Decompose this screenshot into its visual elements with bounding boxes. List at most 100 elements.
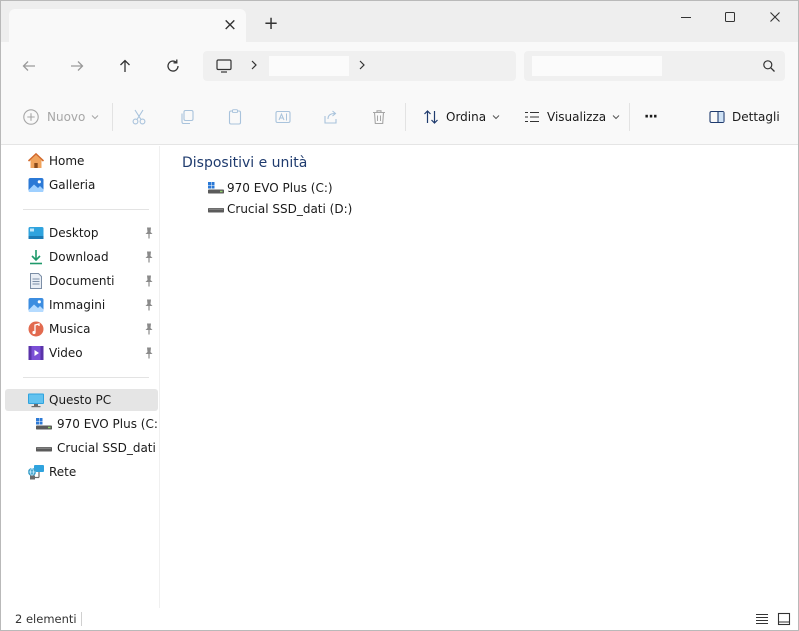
arrow-right-icon <box>71 61 84 71</box>
title-bar: × + <box>1 1 798 42</box>
pin-icon[interactable] <box>143 346 155 360</box>
sidebar-item-gallery[interactable]: Galleria <box>5 174 158 196</box>
system-drive-icon <box>35 415 53 433</box>
drive-item-c[interactable]: 970 EVO Plus (C:) <box>207 178 333 198</box>
desktop-icon <box>27 224 45 242</box>
chevron-down-icon <box>492 115 500 120</box>
sidebar-item-network[interactable]: Rete <box>5 461 158 483</box>
minimize-button[interactable] <box>666 5 706 29</box>
content-pane: Dispositivi e unità 970 EVO Plus (C:) Cr… <box>161 146 798 608</box>
arrow-left-icon <box>22 61 35 71</box>
trash-icon <box>369 107 389 127</box>
address-bar[interactable] <box>203 51 516 81</box>
status-divider <box>81 612 82 626</box>
sidebar-item-documents[interactable]: Documenti <box>5 270 158 292</box>
drive-label: 970 EVO Plus (C:) <box>227 181 333 195</box>
minimize-icon <box>681 17 691 18</box>
sidebar-label: Crucial SSD_dati (D:) <box>57 441 158 455</box>
gallery-icon <box>27 176 45 194</box>
tab-close-button[interactable]: × <box>220 15 240 35</box>
back-button[interactable] <box>17 54 41 78</box>
pin-icon[interactable] <box>143 274 155 288</box>
sidebar-item-images[interactable]: Immagini <box>5 294 158 316</box>
refresh-button[interactable] <box>161 54 185 78</box>
system-drive-icon <box>207 181 225 195</box>
cut-button[interactable] <box>129 105 149 129</box>
details-pane-icon <box>707 107 727 127</box>
rename-icon <box>273 107 293 127</box>
sidebar-divider <box>23 209 149 210</box>
arrow-up-icon <box>120 59 130 72</box>
navigation-pane: Home Galleria Desktop Download Documenti… <box>1 146 160 608</box>
view-label: Visualizza <box>547 110 607 124</box>
new-button[interactable]: Nuovo <box>21 105 99 129</box>
breadcrumb-chevron-icon <box>249 59 259 74</box>
close-icon <box>770 12 780 22</box>
pin-icon[interactable] <box>143 322 155 336</box>
maximize-button[interactable] <box>710 5 750 29</box>
rename-button[interactable] <box>273 105 293 129</box>
item-count: 2 elementi <box>15 612 77 626</box>
file-explorer-window: × + Nuovo Ordina Visualizza ··· Dettagli… <box>0 0 799 631</box>
sidebar-label: Questo PC <box>49 393 112 407</box>
large-icons-view-icon[interactable] <box>777 612 791 626</box>
navigation-bar <box>1 42 798 89</box>
refresh-icon <box>167 59 179 72</box>
sidebar-label: Rete <box>49 465 77 479</box>
sidebar-item-drive-c[interactable]: 970 EVO Plus (C:) <box>5 413 158 435</box>
sidebar-label: 970 EVO Plus (C:) <box>57 417 158 431</box>
copy-icon <box>177 107 197 127</box>
toolbar-divider <box>629 103 630 131</box>
details-pane-button[interactable]: Dettagli <box>707 105 780 129</box>
sidebar-item-download[interactable]: Download <box>5 246 158 268</box>
music-icon <box>27 320 45 338</box>
breadcrumb-chevron-icon <box>357 59 367 74</box>
drive-icon <box>207 202 225 216</box>
sidebar-label: Immagini <box>49 298 106 312</box>
computer-icon <box>27 391 45 409</box>
new-label: Nuovo <box>47 110 86 124</box>
share-button[interactable] <box>321 105 341 129</box>
clipboard-icon <box>225 107 245 127</box>
sidebar-label: Musica <box>49 322 91 336</box>
command-bar: Nuovo Ordina Visualizza ··· Dettagli <box>1 89 798 145</box>
status-bar: 2 elementi <box>1 608 798 630</box>
document-icon <box>27 272 45 290</box>
new-tab-button[interactable]: + <box>261 14 281 34</box>
sidebar-item-video[interactable]: Video <box>5 342 158 364</box>
sort-arrows-icon <box>421 107 441 127</box>
sidebar-label: Desktop <box>49 226 99 240</box>
pin-icon[interactable] <box>143 298 155 312</box>
sidebar-item-music[interactable]: Musica <box>5 318 158 340</box>
sort-button[interactable]: Ordina <box>421 105 500 129</box>
details-view-icon[interactable] <box>755 612 769 626</box>
up-button[interactable] <box>113 54 137 78</box>
drive-item-d[interactable]: Crucial SSD_dati (D:) <box>207 199 352 219</box>
sidebar-item-this-pc[interactable]: Questo PC <box>5 389 158 411</box>
sidebar-label: Home <box>49 154 85 168</box>
list-view-icon <box>522 107 542 127</box>
sidebar-item-desktop[interactable]: Desktop <box>5 222 158 244</box>
search-input[interactable] <box>532 56 662 76</box>
forward-button[interactable] <box>65 54 89 78</box>
scissors-icon <box>129 107 149 127</box>
chevron-down-icon <box>92 115 99 120</box>
close-window-button[interactable] <box>755 5 795 29</box>
pin-icon[interactable] <box>143 226 155 240</box>
search-icon[interactable] <box>762 59 776 76</box>
tab-current[interactable]: × <box>9 9 246 42</box>
copy-button[interactable] <box>177 105 197 129</box>
group-header-devices[interactable]: Dispositivi e unità <box>182 155 307 171</box>
details-label: Dettagli <box>732 110 780 124</box>
delete-button[interactable] <box>369 105 389 129</box>
plus-circle-icon <box>21 107 41 127</box>
sidebar-item-home[interactable]: Home <box>5 150 158 172</box>
view-button[interactable]: Visualizza <box>522 105 620 129</box>
home-icon <box>27 152 45 170</box>
breadcrumb-segment[interactable] <box>269 56 349 76</box>
paste-button[interactable] <box>225 105 245 129</box>
sidebar-item-drive-d[interactable]: Crucial SSD_dati (D:) <box>5 437 158 459</box>
search-box[interactable] <box>524 51 785 81</box>
more-options-button[interactable]: ··· <box>644 105 658 129</box>
pin-icon[interactable] <box>143 250 155 264</box>
